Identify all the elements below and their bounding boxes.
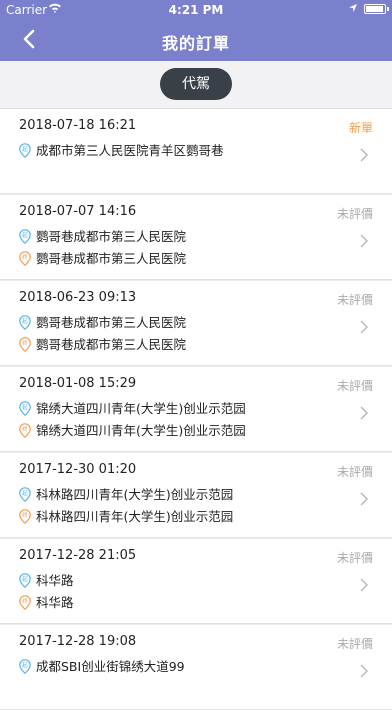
order-start-location: 起 科华路 — [19, 570, 74, 591]
order-start-location: 起 科林路四川青年(大学生)创业示范园 — [19, 484, 233, 505]
start-address: 成都市第三人民医院青羊区鹦哥巷 — [36, 143, 224, 158]
svg-text:起: 起 — [22, 490, 28, 497]
svg-text:起: 起 — [22, 404, 28, 411]
order-start-location: 起 锦绣大道四川青年(大学生)创业示范园 — [19, 398, 246, 419]
svg-text:起: 起 — [22, 662, 28, 669]
order-item[interactable]: 2017-12-28 19:08 未評價起 成都SBI创业街锦绣大道99 — [0, 625, 392, 710]
order-status-badge: 未評價 — [336, 637, 373, 651]
start-pin-icon: 起 — [19, 573, 31, 591]
start-address: 科林路四川青年(大学生)创业示范园 — [36, 487, 234, 502]
chevron-right-icon — [360, 147, 368, 166]
order-list: 2018-07-18 16:21 新單起成都市第三人民医院青羊区鹦哥巷 2018-0… — [0, 109, 392, 710]
start-address: 鹦哥巷成都市第三人民医院 — [36, 229, 187, 244]
svg-text:终: 终 — [22, 511, 28, 519]
order-item[interactable]: 2017-12-30 01:20 未評價起科林路四川青年(大学生)创业示范园终科林… — [0, 453, 392, 538]
start-pin-icon: 起 — [19, 143, 31, 161]
chevron-right-icon — [360, 577, 368, 596]
order-item[interactable]: 2018-07-07 14:16 未評價起鹦哥巷成都市第三人民医院终鹦哥巷成都市第… — [0, 195, 392, 280]
order-item[interactable]: 2018-06-23 09:13 未評價起鹦哥巷成都市第三人民医院终鹦哥巷成都市第… — [0, 281, 392, 366]
chevron-right-icon — [360, 233, 368, 252]
order-datetime: 2018-07-18 16:21 — [19, 118, 137, 133]
chevron-right-icon — [360, 405, 368, 424]
start-address: 成都SBI创业街锦绣大道99 — [36, 659, 185, 674]
battery-icon — [364, 4, 389, 14]
start-address: 科华路 — [36, 573, 74, 588]
order-item[interactable]: 2017-12-28 21:05 未評價起科华路终科华路 — [0, 539, 392, 624]
order-datetime: 2017-12-28 19:08 — [19, 634, 137, 649]
end-pin-icon: 终 — [19, 595, 31, 613]
end-pin-icon: 终 — [19, 251, 31, 269]
order-end-location: 终科林路四川青年(大学生)创业示范园 — [19, 506, 233, 527]
service-tab-bar: 代駕 — [0, 61, 392, 109]
order-status-badge: 未評價 — [336, 207, 373, 221]
svg-text:起: 起 — [22, 146, 28, 153]
end-address: 锦绣大道四川青年(大学生)创业示范园 — [36, 423, 246, 438]
end-pin-icon: 终 — [19, 337, 31, 355]
order-status-badge: 新單 — [348, 121, 373, 135]
nav-header: Carrier 4:21 PM 我的訂單 — [0, 0, 392, 61]
start-address: 锦绣大道四川青年(大学生)创业示范园 — [36, 401, 246, 416]
status-bar: Carrier 4:21 PM — [0, 0, 392, 20]
start-pin-icon: 起 — [19, 487, 31, 505]
chevron-right-icon — [360, 319, 368, 338]
svg-text:终: 终 — [22, 425, 28, 433]
end-address: 科华路 — [36, 595, 74, 610]
order-start-location: 起 成都SBI创业街锦绣大道99 — [19, 656, 185, 677]
tab-designated-driver[interactable]: 代駕 — [160, 68, 232, 100]
end-pin-icon: 终 — [19, 423, 31, 441]
order-datetime: 2018-07-07 14:16 — [19, 204, 137, 219]
page-title: 我的訂單 — [161, 34, 230, 53]
svg-text:终: 终 — [22, 253, 28, 261]
order-end-location: 终鹦哥巷成都市第三人民医院 — [19, 248, 186, 269]
svg-text:终: 终 — [22, 597, 28, 605]
order-datetime: 2017-12-28 21:05 — [19, 548, 137, 563]
svg-text:起: 起 — [22, 318, 28, 325]
order-status-badge: 未評價 — [336, 293, 373, 307]
order-datetime: 2018-06-23 09:13 — [19, 290, 137, 305]
start-pin-icon: 起 — [19, 315, 31, 333]
chevron-right-icon — [360, 491, 368, 510]
end-address: 科林路四川青年(大学生)创业示范园 — [36, 509, 234, 524]
end-address: 鹦哥巷成都市第三人民医院 — [36, 251, 187, 266]
start-address: 鹦哥巷成都市第三人民医院 — [36, 315, 187, 330]
order-status-badge: 未評價 — [336, 465, 373, 479]
order-datetime: 2017-12-30 01:20 — [19, 462, 137, 477]
order-item[interactable]: 2018-01-08 15:29 未評價起锦绣大道四川青年(大学生)创业示范园终锦… — [0, 367, 392, 452]
svg-text:起: 起 — [22, 576, 28, 583]
end-pin-icon: 终 — [19, 509, 31, 527]
start-pin-icon: 起 — [19, 401, 31, 419]
order-datetime: 2018-01-08 15:29 — [19, 376, 137, 391]
order-start-location: 起 成都市第三人民医院青羊区鹦哥巷 — [19, 140, 224, 161]
order-end-location: 终科华路 — [19, 592, 74, 613]
svg-text:起: 起 — [22, 232, 28, 239]
order-status-badge: 未評價 — [336, 379, 373, 393]
order-end-location: 终锦绣大道四川青年(大学生)创业示范园 — [19, 420, 246, 441]
order-status-badge: 未評價 — [336, 551, 373, 565]
order-item[interactable]: 2018-07-18 16:21 新單起 成都市第三人民医院青羊区鹦哥巷 — [0, 109, 392, 194]
order-end-location: 终鹦哥巷成都市第三人民医院 — [19, 334, 186, 355]
chevron-right-icon — [360, 663, 368, 682]
start-pin-icon: 起 — [19, 229, 31, 247]
order-start-location: 起 鹦哥巷成都市第三人民医院 — [19, 312, 186, 333]
end-address: 鹦哥巷成都市第三人民医院 — [36, 337, 187, 352]
svg-text:终: 终 — [22, 339, 28, 347]
location-arrow-icon — [348, 3, 358, 16]
order-start-location: 起 鹦哥巷成都市第三人民医院 — [19, 226, 186, 247]
status-time: 4:21 PM — [168, 3, 224, 17]
